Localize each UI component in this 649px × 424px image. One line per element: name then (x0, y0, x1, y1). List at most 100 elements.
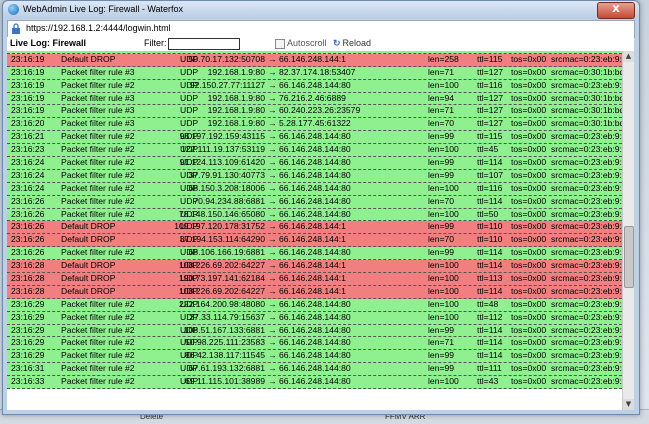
log-cell-src: 108.226.69.202:64227 (178, 285, 265, 296)
autoscroll-label[interactable]: Autoscroll (287, 38, 327, 48)
log-cell-ttl: ttl=127 (477, 118, 504, 129)
scroll-thumb[interactable] (624, 226, 634, 288)
scroll-up-arrow-icon[interactable]: ▲ (623, 51, 634, 62)
log-cell-len: len=100 (428, 79, 459, 90)
reload-button[interactable]: ↻ Reload (333, 38, 371, 49)
log-cell-tos: tos=0x00 (511, 144, 547, 155)
log-row: 23:16:29 Packet filter rule #2 UDP 86.42.13… (7, 350, 622, 364)
log-cell-tos: tos=0x00 (511, 337, 547, 348)
log-cell-dst: 66.146.248.144:80 (279, 208, 351, 219)
log-cell-src: 69.11.115.101:38989 (185, 376, 265, 387)
log-cell-arrow: → (268, 131, 277, 142)
log-cell-rule: Packet filter rule #3 (61, 118, 135, 129)
log-cell-src: 192.168.1.9:80 (207, 92, 265, 103)
log-cell-arrow: → (268, 66, 277, 77)
page-title: Live Log: Firewall (10, 38, 87, 48)
log-cell-rule: Packet filter rule #2 (61, 195, 135, 206)
log-cell-rule: Default DROP (61, 260, 116, 271)
log-cell-time: 23:16:19 (11, 92, 45, 103)
scroll-down-arrow-icon[interactable]: ▼ (623, 399, 634, 410)
log-cell-rule: Packet filter rule #2 (61, 169, 135, 180)
log-cell-tos: tos=0x00 (511, 157, 547, 168)
log-cell-time: 23:16:29 (11, 298, 45, 309)
log-cell-dst: 66.146.248.144:1 (279, 260, 346, 271)
log-cell-arrow: → (268, 79, 277, 90)
address-url[interactable]: https://192.168.1.2:4444/logwin.html (26, 23, 171, 33)
log-cell-tos: tos=0x00 (511, 311, 547, 322)
vertical-scrollbar[interactable]: ▲ ▼ (622, 51, 634, 410)
log-cell-src: 92.150.27.77:11127 (189, 79, 265, 90)
log-cell-time: 23:16:28 (11, 260, 45, 271)
log-cell-arrow: → (268, 144, 277, 155)
autoscroll-checkbox[interactable] (275, 39, 285, 49)
log-cell-ttl: ttl=114 (477, 195, 503, 206)
log-row: 23:16:19 Packet filter rule #3 UDP 192.168.… (7, 92, 622, 106)
log-cell-arrow: → (268, 157, 277, 168)
log-toolbar: Live Log: Firewall Filter: Autoscroll ↻ R… (7, 37, 634, 51)
log-cell-time: 23:16:28 (11, 285, 45, 296)
log-cell-mac: srcmac=0:23:eb:9:8e (551, 260, 622, 271)
log-cell-tos: tos=0x00 (511, 105, 547, 116)
log-cell-len: len=70 (428, 118, 455, 129)
log-cell-len: len=71 (428, 105, 455, 116)
log-cell-dst: 66.146.248.144:80 (279, 157, 351, 168)
log-cell-len: len=99 (428, 221, 455, 232)
log-row: 23:16:29 Packet filter rule #2 UDP 108.51.1… (7, 324, 622, 338)
log-cell-rule: Packet filter rule #2 (61, 157, 135, 168)
log-cell-ttl: ttl=114 (477, 350, 503, 361)
log-cell-tos: tos=0x00 (511, 273, 547, 284)
log-cell-time: 23:16:26 (11, 234, 45, 245)
log-cell-ttl: ttl=113 (477, 273, 503, 284)
log-cell-mac: srcmac=0:23:eb:9:8e (551, 195, 622, 206)
log-row: 23:16:24 Packet filter rule #2 UDP 37.79.91… (7, 169, 622, 183)
log-cell-src: 222.164.200.98:48080 (178, 298, 265, 309)
log-cell-dst: 66.146.248.144:80 (279, 363, 351, 374)
log-row: 23:16:31 Packet filter rule #2 UDP 67.61.19… (7, 363, 622, 377)
log-cell-arrow: → (268, 247, 277, 258)
log-cell-src: 108.51.167.133:6881 (183, 324, 265, 335)
log-cell-arrow: → (268, 350, 277, 361)
log-row: 23:16:28 Default DROP UDP 108.226.69.202:64… (7, 260, 622, 274)
log-cell-time: 23:16:24 (11, 182, 45, 193)
lock-icon (12, 23, 20, 34)
log-row: 23:16:26 Packet filter rule #2 UDP 78.148.1… (7, 208, 622, 222)
log-cell-mac: srcmac=0:23:eb:9:8e (551, 182, 622, 193)
log-cell-rule: Packet filter rule #3 (61, 105, 135, 116)
log-cell-tos: tos=0x00 (511, 376, 547, 387)
log-cell-rule: Packet filter rule #2 (61, 363, 135, 374)
log-cell-rule: Packet filter rule #2 (61, 182, 135, 193)
log-cell-mac: srcmac=0:23:eb:9:8e (551, 273, 622, 284)
log-cell-time: 23:16:19 (11, 105, 45, 116)
log-cell-time: 23:16:23 (11, 144, 45, 155)
log-cell-arrow: → (268, 337, 277, 348)
log-cell-dst: 76.216.2.46:6889 (279, 92, 346, 103)
log-cell-time: 23:16:28 (11, 273, 45, 284)
log-row: 23:16:24 Packet filter rule #2 UDP 91.124.1… (7, 157, 622, 170)
log-cell-len: len=100 (428, 273, 459, 284)
log-cell-dst: 66.146.248.144:1 (279, 285, 346, 296)
log-cell-rule: Default DROP (61, 234, 116, 245)
log-cell-ttl: ttl=110 (477, 221, 503, 232)
log-cell-ttl: ttl=114 (477, 337, 503, 348)
log-cell-tos: tos=0x00 (511, 169, 547, 180)
log-cell-time: 23:16:26 (11, 221, 45, 232)
log-cell-ttl: ttl=115 (477, 53, 503, 64)
log-cell-time: 23:16:21 (11, 131, 45, 142)
waterfox-icon (8, 4, 19, 15)
log-cell-mac: srcmac=0:23:eb:9:8e (551, 363, 622, 374)
log-cell-len: len=100 (428, 208, 459, 219)
log-cell-src: 67.61.193.132:6881 (188, 363, 265, 374)
filter-input[interactable] (168, 38, 240, 50)
log-cell-src: 91.124.113.109:61420 (179, 157, 265, 168)
title-bar[interactable]: WebAdmin Live Log: Firewall - Waterfox X (3, 1, 639, 19)
close-button[interactable]: X (597, 2, 635, 19)
log-cell-dst: 66.146.248.144:1 (279, 53, 346, 64)
log-cell-dst: 66.146.248.144:1 (279, 273, 346, 284)
log-cell-rule: Packet filter rule #3 (61, 66, 135, 77)
log-cell-ttl: ttl=114 (477, 260, 503, 271)
log-cell-arrow: → (268, 363, 277, 374)
log-cell-time: 23:16:29 (11, 350, 45, 361)
log-cell-rule: Default DROP (61, 221, 116, 232)
log-cell-ttl: ttl=111 (477, 363, 502, 374)
address-bar[interactable]: https://192.168.1.2:4444/logwin.html (7, 20, 635, 38)
